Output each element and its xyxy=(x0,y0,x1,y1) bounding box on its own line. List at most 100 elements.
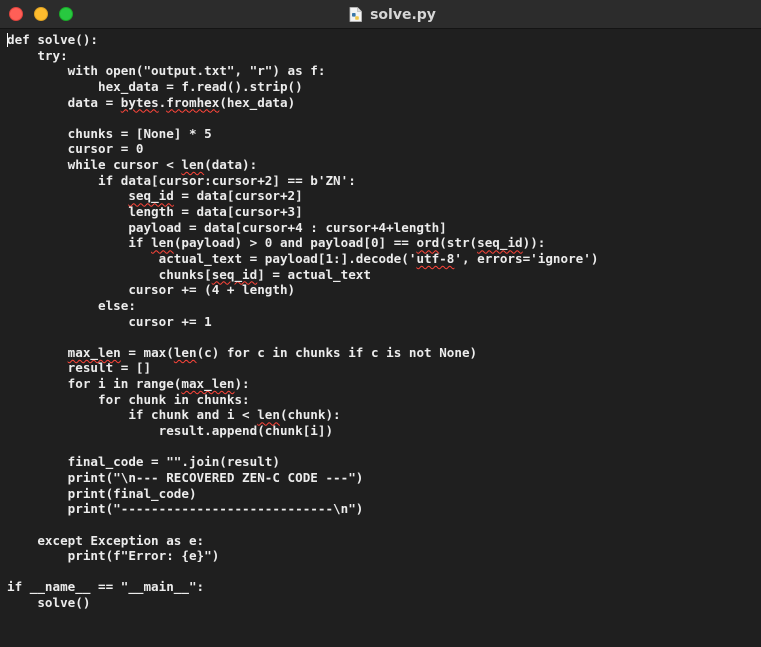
code-token: try: xyxy=(7,47,68,63)
code-line[interactable]: for i in range(max_len): xyxy=(7,376,598,392)
code-token: if chunk and i < xyxy=(7,407,258,423)
spelling-error-token: bytes xyxy=(120,94,159,110)
code-line[interactable]: result.append(chunk[i]) xyxy=(7,423,598,439)
code-token: else: xyxy=(7,297,136,313)
spelling-error-token: seq_id xyxy=(128,188,174,204)
code-token: with open("output.txt", "r") as f: xyxy=(7,63,326,79)
code-line[interactable]: hex_data = f.read().strip() xyxy=(7,79,598,95)
editor-window: solve.py def solve(): try: with open("ou… xyxy=(0,0,761,647)
code-token: actual_text = payload[1:].decode(' xyxy=(7,250,417,266)
code-token: (hex_data) xyxy=(219,94,296,110)
spelling-error-token: len xyxy=(257,407,280,423)
code-line[interactable] xyxy=(7,110,598,126)
spelling-error-token: len xyxy=(181,157,205,173)
code-line[interactable]: while cursor < len(data): xyxy=(7,157,598,173)
code-line[interactable]: print("----------------------------\n") xyxy=(7,501,598,517)
code-token: solve() xyxy=(7,595,91,611)
spelling-error-token: fromhex xyxy=(166,94,220,110)
code-line[interactable]: solve() xyxy=(7,595,598,611)
code-line[interactable]: payload = data[cursor+4 : cursor+4+lengt… xyxy=(7,220,598,236)
code-line[interactable]: actual_text = payload[1:].decode('utf-8'… xyxy=(7,250,599,267)
code-token: cursor += (4 + length) xyxy=(7,282,296,298)
code-token: = data[cursor+2] xyxy=(173,188,303,204)
code-line[interactable]: result = [] xyxy=(7,360,598,376)
code-token: for i in range( xyxy=(7,376,182,392)
code-token: (str( xyxy=(439,235,478,251)
code-area[interactable]: def solve(): try: with open("output.txt"… xyxy=(7,32,598,611)
code-line[interactable]: length = data[cursor+3] xyxy=(7,204,598,220)
code-line[interactable] xyxy=(7,564,598,580)
code-token: ): xyxy=(234,376,250,392)
code-token: data = xyxy=(7,94,121,110)
code-line[interactable]: data = bytes.fromhex(hex_data) xyxy=(7,95,598,111)
code-line[interactable] xyxy=(7,439,598,455)
spelling-error-token: ord xyxy=(416,235,440,251)
code-token: print("----------------------------\n") xyxy=(7,501,364,517)
code-line[interactable]: if len(payload) > 0 and payload[0] == or… xyxy=(7,235,598,251)
code-line[interactable]: if __name__ == "__main__": xyxy=(7,579,598,595)
code-token: ] = actual_text xyxy=(257,266,371,282)
code-token: (chunk): xyxy=(279,407,341,423)
code-token: except Exception as e: xyxy=(7,532,205,548)
spelling-error-token: seq_id xyxy=(477,235,523,251)
code-line[interactable]: try: xyxy=(7,48,598,64)
python-file-icon xyxy=(349,7,362,22)
code-line[interactable]: print(final_code) xyxy=(7,486,598,502)
code-token: while cursor < xyxy=(7,157,182,173)
code-line[interactable]: if chunk and i < len(chunk): xyxy=(7,407,598,423)
spelling-error-token: len xyxy=(173,344,197,360)
code-line[interactable] xyxy=(7,329,598,345)
spelling-error-token: utf-8 xyxy=(416,250,455,266)
code-line[interactable]: chunks = [None] * 5 xyxy=(7,126,598,142)
code-token: length = data[cursor+3] xyxy=(7,204,303,220)
code-line[interactable]: cursor += 1 xyxy=(7,314,598,330)
code-line[interactable]: chunks[seq_id] = actual_text xyxy=(7,267,598,283)
window-title-group: solve.py xyxy=(0,0,761,29)
spelling-error-token: len xyxy=(151,235,174,251)
code-token: if __name__ == "__main__": xyxy=(7,579,205,595)
code-line[interactable]: final_code = "".join(result) xyxy=(7,454,598,470)
code-token: (payload) > 0 and payload[0] == xyxy=(173,235,417,251)
code-line[interactable] xyxy=(7,517,598,533)
window-title: solve.py xyxy=(370,6,436,23)
spelling-error-token: seq_id xyxy=(211,266,258,282)
code-token: print("\n--- RECOVERED ZEN-C CODE ---") xyxy=(7,469,364,485)
code-line[interactable]: with open("output.txt", "r") as f: xyxy=(7,63,598,79)
code-token: if data[cursor:cursor+2] == b'ZN': xyxy=(7,172,356,188)
title-bar[interactable]: solve.py xyxy=(0,0,761,29)
code-line[interactable]: except Exception as e: xyxy=(7,533,598,549)
code-line[interactable]: if data[cursor:cursor+2] == b'ZN': xyxy=(7,173,598,189)
code-line[interactable]: cursor += (4 + length) xyxy=(7,282,598,298)
code-token: hex_data = f.read().strip() xyxy=(7,78,303,94)
code-token: )): xyxy=(522,235,546,251)
code-token: final_code = "".join(result) xyxy=(7,454,280,470)
code-line[interactable]: for chunk in chunks: xyxy=(7,392,598,408)
code-token: result.append(chunk[i]) xyxy=(7,423,334,439)
code-token: print(f"Error: {e}") xyxy=(7,548,220,564)
code-token: cursor += 1 xyxy=(7,313,212,329)
code-token: (data): xyxy=(204,157,258,173)
code-line[interactable]: def solve(): xyxy=(7,32,598,48)
code-token: payload = data[cursor+4 : cursor+4+lengt… xyxy=(7,219,447,235)
code-token: ', errors='ignore') xyxy=(454,250,599,266)
code-token: chunks = [None] * 5 xyxy=(7,125,212,141)
code-line[interactable]: cursor = 0 xyxy=(7,141,598,157)
code-token: chunks[ xyxy=(7,266,212,282)
spelling-error-token: max_len xyxy=(181,376,235,392)
code-token: print(final_code) xyxy=(7,485,197,501)
code-token: cursor = 0 xyxy=(7,141,144,157)
code-line[interactable]: else: xyxy=(7,298,598,314)
code-line[interactable]: seq_id = data[cursor+2] xyxy=(7,188,598,204)
code-editor[interactable]: def solve(): try: with open("output.txt"… xyxy=(0,29,761,647)
code-token: for chunk in chunks: xyxy=(7,391,250,407)
code-token: = max( xyxy=(120,344,174,360)
code-token: def solve(): xyxy=(7,32,98,47)
code-line[interactable]: max_len = max(len(c) for c in chunks if … xyxy=(7,345,598,361)
code-token: (c) for c in chunks if c is not None) xyxy=(196,344,478,360)
code-token: result = [] xyxy=(7,360,152,376)
code-line[interactable]: print(f"Error: {e}") xyxy=(7,548,598,564)
code-token: if xyxy=(7,235,152,251)
code-line[interactable]: print("\n--- RECOVERED ZEN-C CODE ---") xyxy=(7,470,598,486)
